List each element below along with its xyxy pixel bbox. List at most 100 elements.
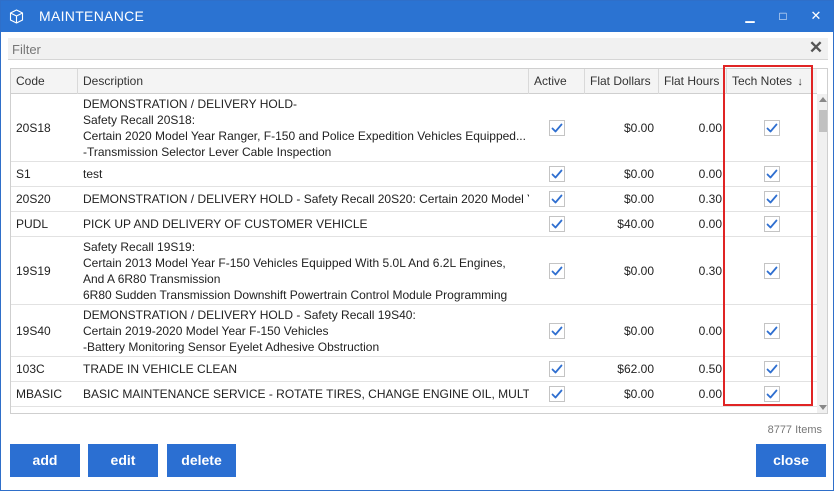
active-checkbox[interactable] (549, 166, 565, 182)
close-window-icon[interactable]: ✕ (807, 7, 825, 25)
table-row[interactable]: 103C TRADE IN VEHICLE CLEAN $62.00 0.50 (11, 357, 817, 382)
minimize-icon[interactable]: ▁ (741, 7, 759, 25)
tech-notes-checkbox[interactable] (764, 386, 780, 402)
checkmark-icon (766, 169, 778, 179)
delete-button[interactable]: delete (167, 444, 236, 477)
table-row[interactable]: 19S40 DEMONSTRATION / DELIVERY HOLD - Saf… (11, 305, 817, 357)
checkmark-icon (766, 266, 778, 275)
scroll-up-icon[interactable] (819, 97, 827, 102)
column-header-flat-dollars[interactable]: Flat Dollars (585, 69, 659, 94)
column-header-active[interactable]: Active (529, 69, 585, 94)
active-checkbox[interactable] (549, 361, 565, 377)
scroll-thumb[interactable] (819, 110, 827, 132)
description-line: And A 6R80 Transmission (83, 271, 221, 286)
active-checkbox[interactable] (549, 262, 565, 279)
description-line: -Transmission Selector Lever Cable Inspe… (83, 144, 332, 159)
active-checkbox[interactable] (549, 191, 565, 207)
flat-hours-cell: 0.00 (698, 120, 722, 135)
window-title: MAINTENANCE (39, 8, 145, 24)
checkmark-icon (551, 364, 563, 374)
active-cell (529, 94, 585, 161)
title-bar[interactable]: MAINTENANCE ▁ □ ✕ (1, 1, 833, 32)
active-cell (529, 357, 585, 381)
close-button[interactable]: close (756, 444, 826, 477)
active-checkbox[interactable] (549, 216, 565, 232)
tech-notes-checkbox[interactable] (764, 322, 780, 339)
checkmark-icon (551, 326, 563, 335)
tech-notes-cell (727, 305, 817, 356)
tech-notes-checkbox[interactable] (764, 119, 780, 136)
maintenance-window: MAINTENANCE ▁ □ ✕ ✕ Code Description Act… (0, 0, 834, 491)
checkmark-icon (766, 326, 778, 335)
tech-notes-cell (727, 94, 817, 161)
filter-bar: ✕ (8, 38, 828, 60)
flat-dollars-cell: $0.00 (623, 323, 654, 338)
tech-notes-cell (727, 407, 817, 413)
checkmark-icon (766, 389, 778, 399)
tech-notes-label: Tech Notes (732, 74, 793, 88)
code-cell: 20S18 (16, 120, 51, 135)
table-row[interactable]: S1 test $0.00 0.00 (11, 162, 817, 187)
active-checkbox[interactable] (549, 322, 565, 339)
add-button[interactable]: add (10, 444, 80, 477)
description-line: DEMONSTRATION / DELIVERY HOLD- (83, 96, 298, 111)
flat-dollars-cell: $0.00 (623, 167, 654, 181)
column-header-tech-notes[interactable]: Tech Notes ↓ (727, 69, 817, 94)
checkmark-icon (766, 123, 778, 132)
vertical-scrollbar[interactable] (817, 94, 827, 413)
tech-notes-checkbox[interactable] (764, 361, 780, 377)
active-checkbox[interactable] (549, 386, 565, 402)
description-line: 6R80 Sudden Transmission Downshift Power… (83, 287, 508, 302)
column-header-description[interactable]: Description (78, 69, 529, 94)
code-cell: 19S19 (16, 263, 51, 278)
flat-hours-cell (659, 407, 727, 413)
flat-dollars-cell: $62.00 (617, 362, 654, 376)
tech-notes-checkbox[interactable] (764, 166, 780, 182)
maintenance-grid: Code Description Active Flat Dollars Fla… (10, 68, 828, 414)
description-line: TRADE IN VEHICLE CLEAN (83, 362, 238, 376)
table-row[interactable]: 20S20 DEMONSTRATION / DELIVERY HOLD - Saf… (11, 187, 817, 212)
tech-notes-checkbox[interactable] (764, 262, 780, 279)
flat-hours-cell: 0.00 (698, 323, 722, 338)
description-cell: DEMONSTRATION / DELIVERY HOLD - Safety R… (78, 305, 529, 356)
grid-header: Code Description Active Flat Dollars Fla… (11, 69, 817, 94)
scroll-down-icon[interactable] (819, 405, 827, 410)
code-cell: MBASIC (16, 387, 63, 401)
description-line: DEMONSTRATION / DELIVERY HOLD - (83, 411, 300, 413)
code-cell (11, 407, 78, 413)
filter-input[interactable] (8, 38, 798, 60)
table-row[interactable]: 19S19 Safety Recall 19S19: Certain 2013 Mo… (11, 237, 817, 305)
column-header-code[interactable]: Code (11, 69, 78, 94)
flat-hours-cell: 0.00 (698, 387, 722, 401)
sort-descending-icon: ↓ (797, 76, 803, 88)
tech-notes-checkbox[interactable] (764, 216, 780, 232)
code-cell: 20S20 (16, 192, 51, 206)
tech-notes-checkbox[interactable] (764, 191, 780, 207)
active-cell (529, 305, 585, 356)
table-row[interactable]: DEMONSTRATION / DELIVERY HOLD - (11, 407, 817, 413)
active-checkbox[interactable] (549, 119, 565, 136)
code-cell: 103C (16, 362, 45, 376)
description-line: BASIC MAINTENANCE SERVICE - ROTATE TIRES… (83, 387, 529, 401)
item-count: 8777 Items (767, 424, 822, 436)
maximize-icon[interactable]: □ (774, 7, 792, 25)
edit-button[interactable]: edit (88, 444, 158, 477)
code-cell: S1 (16, 167, 31, 181)
code-cell: 19S40 (16, 323, 51, 338)
active-cell (529, 187, 585, 211)
table-row[interactable]: MBASIC BASIC MAINTENANCE SERVICE - ROTATE… (11, 382, 817, 407)
table-row[interactable]: PUDL PICK UP AND DELIVERY OF CUSTOMER VEH… (11, 212, 817, 237)
column-header-flat-hours[interactable]: Flat Hours (659, 69, 727, 94)
description-cell: TRADE IN VEHICLE CLEAN (78, 357, 529, 381)
table-row[interactable]: 20S18 DEMONSTRATION / DELIVERY HOLD- Safet… (11, 94, 817, 162)
checkmark-icon (766, 364, 778, 374)
tech-notes-cell (727, 162, 817, 186)
description-cell: DEMONSTRATION / DELIVERY HOLD - Safety R… (78, 187, 529, 211)
active-cell (529, 237, 585, 304)
description-line: Safety Recall 19S19: (83, 239, 196, 254)
clear-filter-icon[interactable]: ✕ (808, 39, 824, 57)
checkmark-icon (766, 194, 778, 204)
checkmark-icon (551, 389, 563, 399)
flat-dollars-cell: $0.00 (623, 192, 654, 206)
checkmark-icon (551, 219, 563, 229)
